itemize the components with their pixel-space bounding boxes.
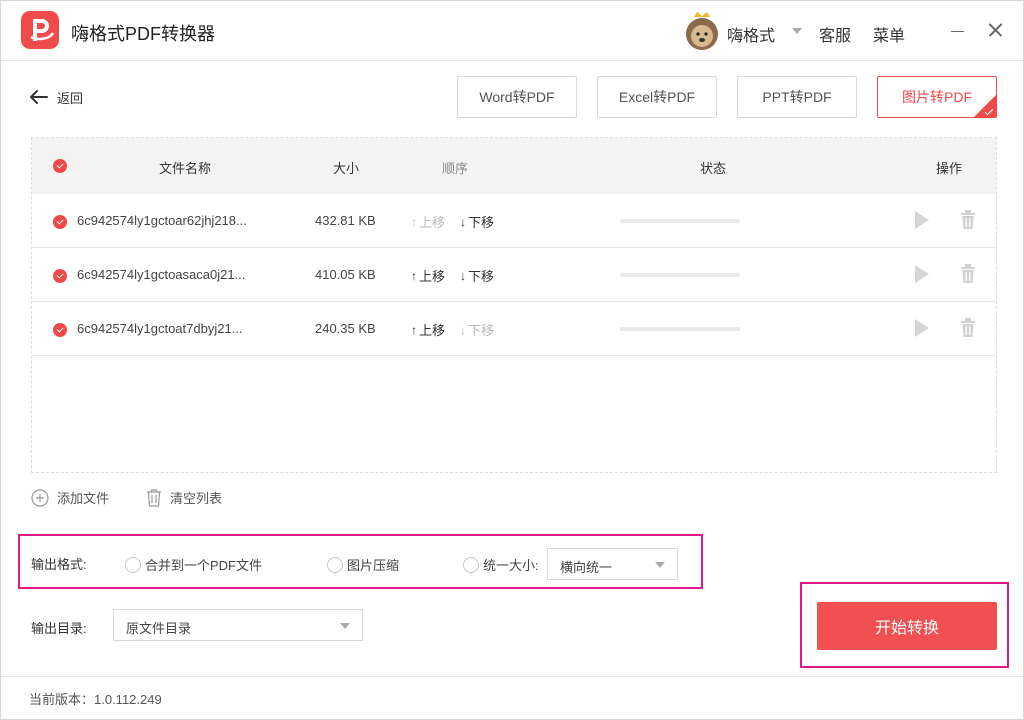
row-checkbox[interactable] (53, 215, 67, 229)
tab-word-to-pdf[interactable]: Word转PDF (457, 76, 577, 118)
status-bar: 当前版本：1.0.112.249 (1, 676, 1023, 720)
play-icon[interactable] (915, 319, 929, 337)
chevron-down-icon (340, 623, 350, 629)
app-title: 嗨格式PDF转换器 (71, 24, 215, 44)
title-bar: 嗨格式PDF转换器 嗨格式 客服 菜单 (1, 1, 1023, 61)
table-row: 6c942574ly1gctoasaca0j21... 410.05 KB ↑ 上… (32, 248, 996, 302)
radio-label: 统一大小: (483, 558, 539, 573)
radio-merge-pdf[interactable]: 合并到一个PDF文件 (125, 555, 262, 574)
move-up-label: 上移 (419, 323, 446, 338)
move-up-label: 上移 (419, 269, 446, 284)
arrow-up-icon: ↑ (411, 322, 417, 337)
tab-image-to-pdf[interactable]: 图片转PDF (877, 76, 997, 118)
arrow-down-icon: ↓ (460, 214, 466, 229)
output-dir-select[interactable]: 原文件目录 (113, 609, 363, 641)
radio-image-compress[interactable]: 图片压缩 (327, 555, 399, 574)
select-value: 横向统一 (560, 560, 613, 575)
play-icon[interactable] (915, 265, 929, 283)
radio-circle (463, 556, 479, 573)
version-text: 当前版本：1.0.112.249 (29, 692, 162, 707)
header-order: 顺序 (442, 161, 469, 176)
user-avatar[interactable] (684, 11, 720, 51)
trash-icon[interactable] (960, 318, 976, 338)
file-name: 6c942574ly1gctoar62jhj218... (77, 213, 247, 228)
play-icon[interactable] (915, 211, 929, 229)
arrow-down-icon: ↓ (460, 268, 466, 283)
app-window: 嗨格式PDF转换器 嗨格式 客服 菜单 返回 Word转PDF Excel转PD… (0, 0, 1024, 720)
file-table: 文件名称 大小 顺序 状态 操作 6c942574ly1gctoar62jhj2… (31, 137, 997, 473)
row-checkbox[interactable] (53, 269, 67, 283)
file-name: 6c942574ly1gctoasaca0j21... (77, 267, 246, 282)
row-checkbox[interactable] (53, 323, 67, 337)
radio-uniform-size[interactable]: 统一大小: (463, 555, 539, 574)
trash-icon[interactable] (960, 264, 976, 284)
radio-label: 合并到一个PDF文件 (145, 558, 263, 573)
trash-icon[interactable] (960, 210, 976, 230)
trash-outline-icon (147, 488, 161, 507)
table-header: 文件名称 大小 顺序 状态 操作 (32, 138, 996, 194)
radio-label: 图片压缩 (347, 558, 400, 573)
customer-service-link[interactable]: 客服 (819, 22, 851, 46)
move-down-button[interactable]: ↓ 下移 (460, 266, 494, 285)
move-down-button[interactable]: ↓ 下移 (460, 320, 494, 339)
move-up-button[interactable]: ↑ 上移 (411, 266, 445, 285)
tab-ppt-to-pdf[interactable]: PPT转PDF (737, 76, 857, 118)
output-format-label: 输出格式: (31, 557, 87, 572)
add-file-button[interactable]: 添加文件 (31, 488, 109, 507)
back-label: 返回 (57, 90, 84, 106)
move-down-button[interactable]: ↓ 下移 (460, 212, 494, 231)
start-convert-button[interactable]: 开始转换 (817, 602, 997, 650)
header-size: 大小 (333, 161, 360, 176)
clear-list-label: 清空列表 (170, 491, 223, 506)
move-up-label: 上移 (419, 215, 446, 230)
move-down-label: 下移 (468, 269, 495, 284)
app-logo-icon (21, 11, 59, 49)
radio-circle (125, 556, 141, 573)
header-file-name: 文件名称 (159, 161, 212, 176)
user-dropdown-caret-icon[interactable] (792, 28, 802, 34)
add-circle-icon (31, 488, 49, 507)
move-up-button[interactable]: ↑ 上移 (411, 320, 445, 339)
move-down-label: 下移 (468, 215, 495, 230)
table-row: 6c942574ly1gctoat7dbyj21... 240.35 KB ↑ 上… (32, 302, 996, 356)
minimize-icon[interactable] (947, 19, 969, 41)
file-size: 410.05 KB (315, 267, 376, 282)
progress-bar (620, 327, 740, 331)
progress-bar (620, 273, 740, 277)
arrow-down-icon: ↓ (460, 322, 466, 337)
add-file-label: 添加文件 (57, 491, 110, 506)
file-size: 432.81 KB (315, 213, 376, 228)
table-row: 6c942574ly1gctoar62jhj218... 432.81 KB ↑… (32, 194, 996, 248)
progress-bar (620, 219, 740, 223)
file-size: 240.35 KB (315, 321, 376, 336)
output-dir-label: 输出目录: (31, 621, 87, 636)
radio-circle (327, 556, 343, 573)
active-tab-corner (974, 95, 996, 117)
tab-label: Word转PDF (479, 89, 555, 105)
arrow-up-icon: ↑ (411, 214, 417, 229)
tab-label: Excel转PDF (618, 89, 696, 105)
chevron-down-icon (655, 562, 665, 568)
file-name: 6c942574ly1gctoat7dbyj21... (77, 321, 243, 336)
back-button[interactable]: 返回 (29, 87, 83, 107)
menu-link[interactable]: 菜单 (873, 22, 905, 46)
tab-excel-to-pdf[interactable]: Excel转PDF (597, 76, 717, 118)
close-icon[interactable] (985, 19, 1007, 41)
move-down-label: 下移 (468, 323, 495, 338)
back-arrow-icon (30, 90, 48, 104)
select-all-checkbox[interactable] (53, 159, 67, 173)
arrow-up-icon: ↑ (411, 268, 417, 283)
header-status: 状态 (700, 161, 727, 176)
username[interactable]: 嗨格式 (727, 22, 775, 46)
uniform-size-select[interactable]: 横向统一 (547, 548, 678, 580)
move-up-button[interactable]: ↑ 上移 (411, 212, 445, 231)
tab-label: PPT转PDF (762, 89, 832, 105)
clear-list-button[interactable]: 清空列表 (146, 488, 222, 507)
select-value: 原文件目录 (126, 621, 192, 636)
tab-label: 图片转PDF (902, 89, 972, 105)
header-action: 操作 (936, 161, 963, 176)
